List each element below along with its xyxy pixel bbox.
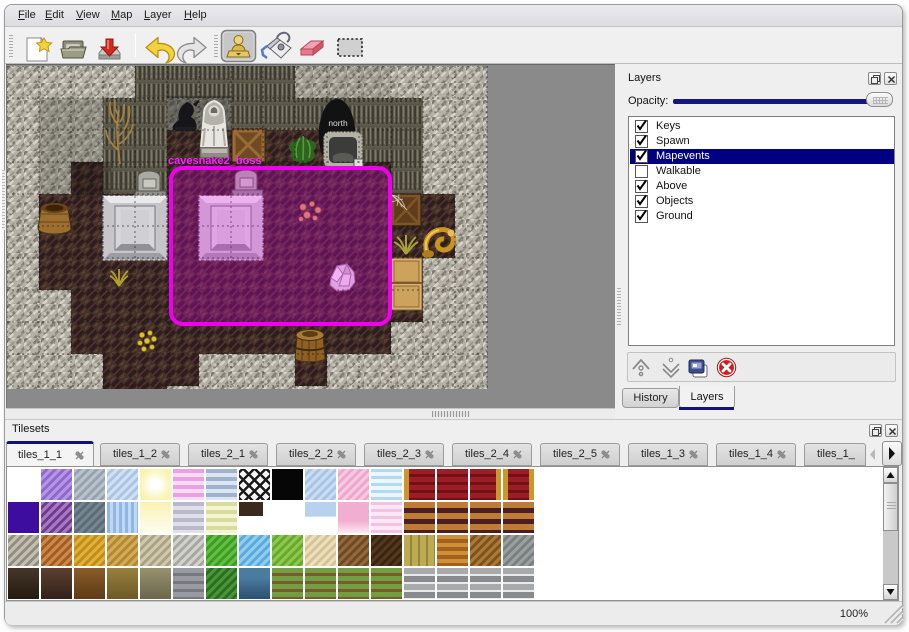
svg-text:north: north bbox=[328, 118, 348, 128]
svg-text:cavesnake2_boss: cavesnake2_boss bbox=[168, 155, 262, 167]
